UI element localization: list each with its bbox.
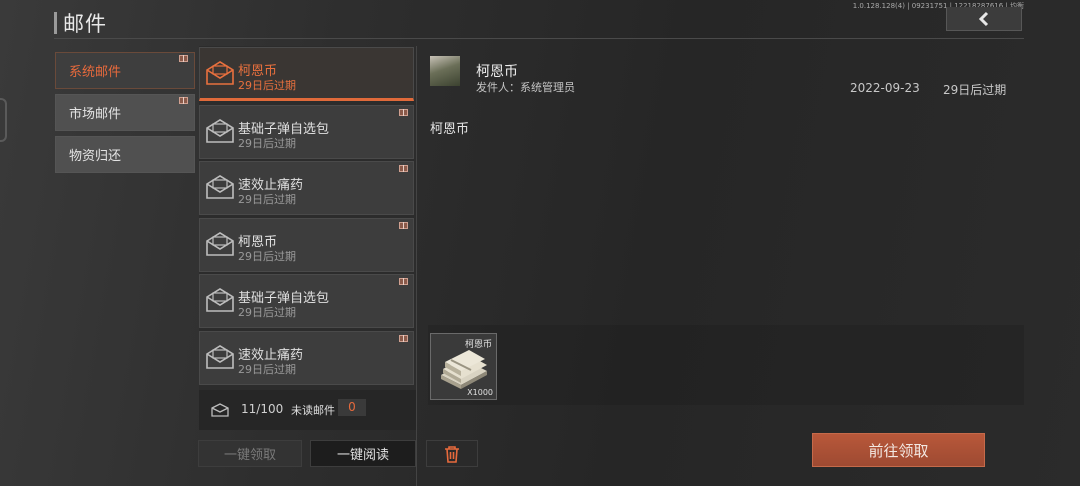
mail-item[interactable]: 速效止痛药 29日后过期 bbox=[199, 161, 414, 215]
tab-label: 物资归还 bbox=[69, 149, 122, 164]
title-accent-bar bbox=[54, 12, 57, 34]
gift-icon bbox=[399, 165, 408, 172]
unread-count-badge: 0 bbox=[338, 399, 366, 416]
mail-list[interactable]: 柯恩币 29日后过期 基础子弹自选包 29日后过期 速效止痛药 29日后过期 柯… bbox=[199, 46, 416, 390]
go-claim-button[interactable]: 前往领取 bbox=[812, 433, 985, 467]
claim-all-button[interactable]: 一键领取 bbox=[198, 440, 302, 467]
gift-icon bbox=[399, 278, 408, 285]
page-header: 邮件 bbox=[54, 8, 107, 38]
read-all-button[interactable]: 一键阅读 bbox=[310, 440, 416, 467]
mail-item[interactable]: 柯恩币 29日后过期 bbox=[199, 218, 414, 272]
gift-icon bbox=[399, 335, 408, 342]
tab-supply-return[interactable]: 物资归还 bbox=[55, 136, 195, 173]
envelope-icon bbox=[206, 232, 234, 256]
sender-avatar bbox=[430, 56, 460, 86]
gift-icon bbox=[399, 109, 408, 116]
mail-expiry: 29日后过期 bbox=[238, 193, 296, 206]
header-divider bbox=[54, 38, 1024, 39]
panel-divider bbox=[416, 46, 417, 486]
envelope-icon bbox=[206, 345, 234, 369]
attachment-area bbox=[428, 325, 1024, 405]
mail-expiry: 29日后过期 bbox=[238, 250, 296, 263]
mail-count: 11/100 bbox=[241, 402, 284, 416]
mail-item[interactable]: 速效止痛药 29日后过期 bbox=[199, 331, 414, 385]
gift-icon bbox=[399, 222, 408, 229]
gift-icon bbox=[179, 97, 188, 104]
trash-icon bbox=[445, 445, 459, 463]
mail-expiry: 29日后过期 bbox=[238, 363, 296, 376]
chevron-left-icon bbox=[978, 11, 989, 26]
mail-date: 2022-09-23 bbox=[850, 81, 920, 95]
attachment-item[interactable]: 柯恩币 X1000 bbox=[430, 333, 497, 400]
delete-button[interactable] bbox=[426, 440, 478, 467]
envelope-icon bbox=[206, 175, 234, 199]
mail-expiry: 29日后过期 bbox=[238, 306, 296, 319]
mail-expiry-detail: 29日后过期 bbox=[943, 83, 1007, 97]
mail-body: 柯恩币 bbox=[430, 122, 470, 137]
tab-system-mail[interactable]: 系统邮件 bbox=[55, 52, 195, 89]
mail-detail-title: 柯恩币 bbox=[476, 64, 518, 80]
envelope-icon bbox=[206, 119, 234, 143]
mail-item[interactable]: 基础子弹自选包 29日后过期 bbox=[199, 105, 414, 159]
page-title: 邮件 bbox=[63, 12, 107, 36]
mail-item[interactable]: 基础子弹自选包 29日后过期 bbox=[199, 274, 414, 328]
envelope-icon bbox=[206, 288, 234, 312]
tab-market-mail[interactable]: 市场邮件 bbox=[55, 94, 195, 131]
mail-expiry: 29日后过期 bbox=[238, 79, 296, 92]
cash-stack-icon bbox=[441, 350, 487, 389]
unread-label: 未读邮件 bbox=[291, 404, 335, 417]
mail-list-footer: 11/100 未读邮件 0 bbox=[199, 390, 416, 430]
side-drawer-handle[interactable] bbox=[0, 98, 7, 142]
tab-label: 市场邮件 bbox=[69, 107, 122, 122]
mail-expiry: 29日后过期 bbox=[238, 137, 296, 150]
envelope-icon bbox=[211, 403, 229, 417]
attachment-quantity: X1000 bbox=[467, 388, 493, 397]
envelope-icon bbox=[206, 61, 234, 85]
sender-label: 发件人：系统管理员 bbox=[476, 81, 575, 94]
gift-icon bbox=[179, 55, 188, 62]
back-button[interactable] bbox=[946, 7, 1022, 31]
mail-item[interactable]: 柯恩币 29日后过期 bbox=[199, 47, 414, 101]
tab-label: 系统邮件 bbox=[69, 65, 122, 80]
